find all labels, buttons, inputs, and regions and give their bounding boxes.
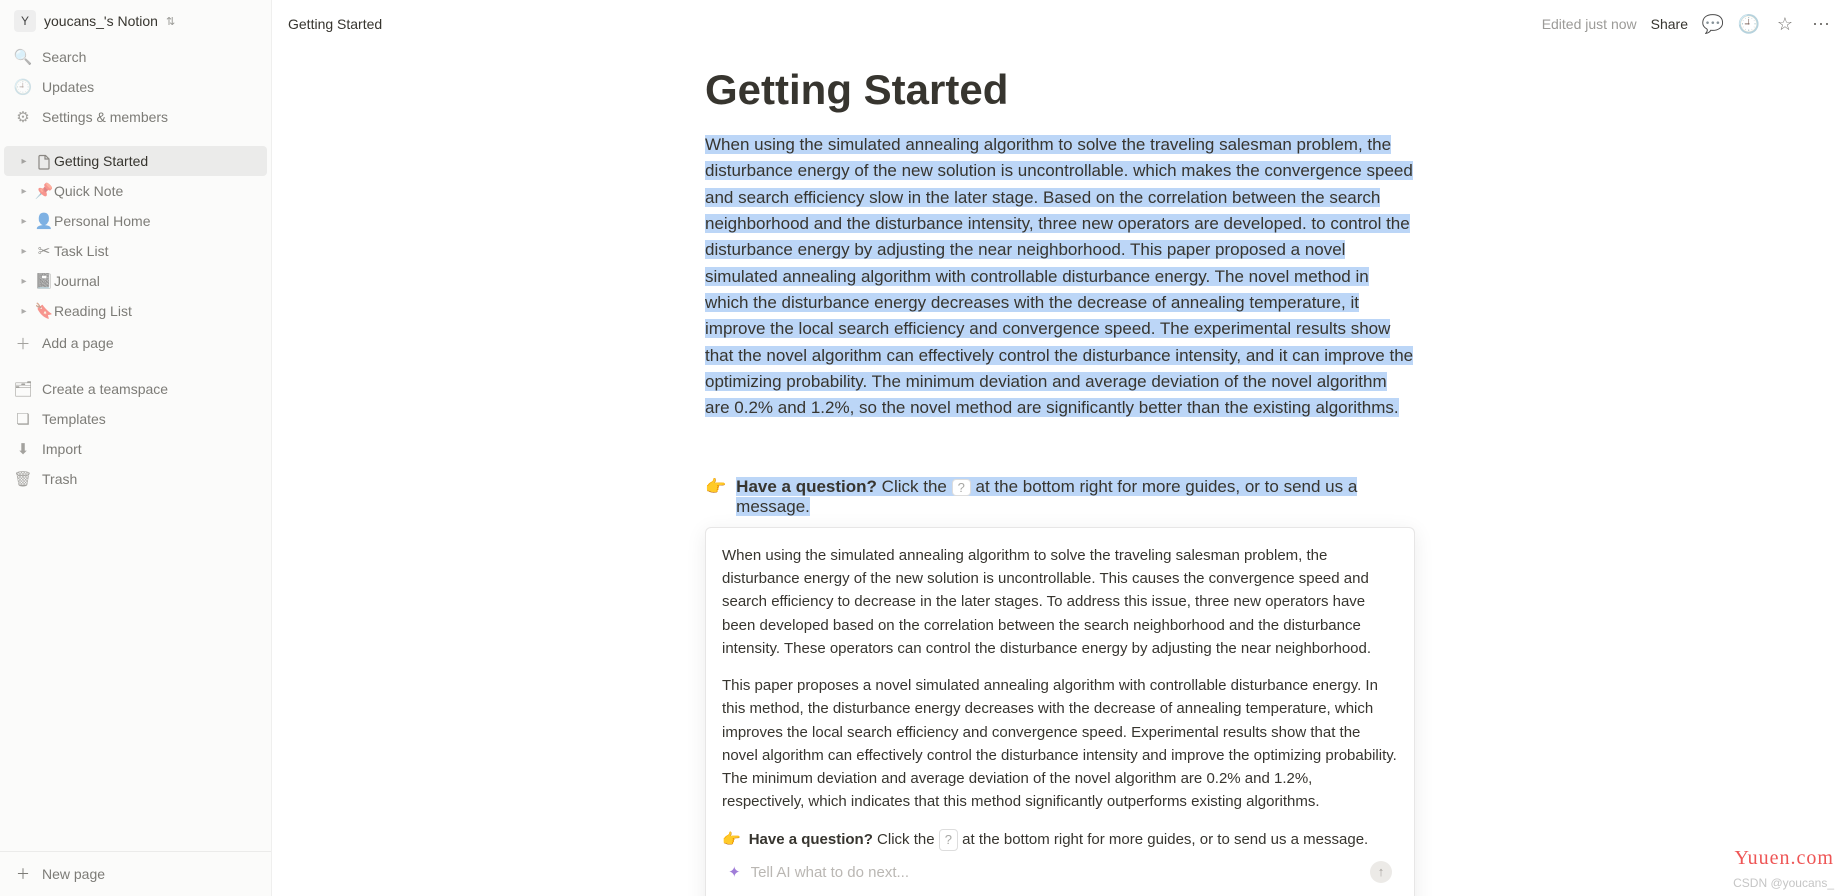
page-label: Journal bbox=[54, 273, 100, 289]
teamspace-icon: 🗂 bbox=[14, 380, 32, 398]
sidebar-page-personal-home[interactable]: ▸👤Personal Home bbox=[4, 206, 267, 236]
sidebar: Y youcans_'s Notion ⇅ 🔍 Search 🕘 Updates ⚙… bbox=[0, 0, 272, 896]
create-teamspace-button[interactable]: 🗂 Create a teamspace bbox=[0, 374, 271, 404]
import-label: Import bbox=[42, 441, 82, 457]
add-page-button[interactable]: ＋ Add a page bbox=[0, 328, 271, 358]
gear-icon: ⚙ bbox=[14, 108, 32, 126]
sidebar-page-getting-started[interactable]: ▸ Getting Started bbox=[4, 146, 267, 176]
pointing-hand-icon: 👉 bbox=[705, 477, 726, 517]
page-label: Personal Home bbox=[54, 213, 151, 229]
teamspace-label: Create a teamspace bbox=[42, 381, 168, 397]
chevron-right-icon[interactable]: ▸ bbox=[14, 156, 34, 167]
trash-icon: 🗑 bbox=[14, 470, 32, 488]
submit-up-icon[interactable]: ↑ bbox=[1370, 861, 1392, 883]
search-button[interactable]: 🔍 Search bbox=[0, 42, 271, 72]
trash-button[interactable]: 🗑 Trash bbox=[0, 464, 271, 494]
highlighted-text: When using the simulated annealing algor… bbox=[705, 135, 1413, 417]
favorite-icon[interactable]: ☆ bbox=[1774, 13, 1796, 35]
scissors-icon: ✂ bbox=[34, 242, 54, 260]
search-label: Search bbox=[42, 49, 86, 65]
trash-label: Trash bbox=[42, 471, 77, 487]
templates-icon: ❏ bbox=[14, 410, 32, 428]
page-label: Reading List bbox=[54, 303, 132, 319]
content: Getting Started When using the simulated… bbox=[272, 48, 1848, 896]
ai-followup-input[interactable] bbox=[751, 864, 1360, 881]
ai-paragraph-2[interactable]: This paper proposes a novel simulated an… bbox=[722, 674, 1398, 814]
document: Getting Started When using the simulated… bbox=[615, 48, 1505, 896]
chevron-right-icon[interactable]: ▸ bbox=[14, 216, 34, 227]
ai-input-row: ✦ ↑ bbox=[722, 851, 1398, 890]
settings-label: Settings & members bbox=[42, 109, 168, 125]
plus-icon: ＋ bbox=[14, 333, 32, 354]
person-icon: 👤 bbox=[34, 212, 54, 230]
sidebar-page-journal[interactable]: ▸📓Journal bbox=[4, 266, 267, 296]
workspace-avatar: Y bbox=[14, 10, 36, 32]
chevron-right-icon[interactable]: ▸ bbox=[14, 276, 34, 287]
comments-icon[interactable]: 💬 bbox=[1702, 13, 1724, 35]
share-button[interactable]: Share bbox=[1651, 16, 1688, 32]
new-page-label: New page bbox=[42, 866, 105, 882]
chevron-right-icon[interactable]: ▸ bbox=[14, 246, 34, 257]
sidebar-page-reading-list[interactable]: ▸🔖Reading List bbox=[4, 296, 267, 326]
import-button[interactable]: ⬇ Import bbox=[0, 434, 271, 464]
main: Getting Started Edited just now Share 💬 … bbox=[272, 0, 1848, 896]
pointing-hand-icon: 👉 bbox=[722, 828, 741, 851]
more-icon[interactable]: ⋯ bbox=[1810, 13, 1832, 35]
chevron-right-icon[interactable]: ▸ bbox=[14, 186, 34, 197]
page-label: Quick Note bbox=[54, 183, 123, 199]
workspace-switcher[interactable]: Y youcans_'s Notion ⇅ bbox=[0, 0, 271, 42]
page-title[interactable]: Getting Started bbox=[705, 66, 1415, 114]
pin-icon: 📌 bbox=[34, 182, 54, 200]
updates-label: Updates bbox=[42, 79, 94, 95]
doc-icon bbox=[34, 152, 54, 169]
sparkle-icon: ✦ bbox=[728, 861, 741, 884]
question-bold: Have a question? bbox=[736, 477, 877, 496]
page-label: Task List bbox=[54, 243, 108, 259]
book-icon: 📓 bbox=[34, 272, 54, 290]
workspace-name: youcans_'s Notion bbox=[44, 13, 158, 29]
ai-question-b: at the bottom right for more guides, or … bbox=[958, 831, 1368, 848]
page-tree: ▸Getting Started ▸📌Quick Note ▸👤Personal… bbox=[0, 146, 271, 358]
body-paragraph[interactable]: When using the simulated annealing algor… bbox=[705, 132, 1415, 422]
import-icon: ⬇ bbox=[14, 440, 32, 458]
updates-icon[interactable]: 🕘 bbox=[1738, 13, 1760, 35]
question-mark-badge: ? bbox=[939, 829, 958, 851]
watermark-brand: Yuuen.com bbox=[1734, 847, 1834, 870]
ai-question-a: Click the bbox=[873, 831, 939, 848]
question-callout[interactable]: 👉 Have a question? Click the ? at the bo… bbox=[705, 477, 1415, 517]
bookmark-icon: 🔖 bbox=[34, 302, 54, 320]
question-text-a: Click the bbox=[877, 477, 952, 496]
sidebar-page-quick-note[interactable]: ▸📌Quick Note bbox=[4, 176, 267, 206]
page-label: Getting Started bbox=[54, 153, 148, 169]
new-page-button[interactable]: ＋ New page bbox=[0, 852, 271, 896]
watermark-csdn: CSDN @youcans_ bbox=[1733, 876, 1834, 890]
topbar: Getting Started Edited just now Share 💬 … bbox=[272, 0, 1848, 48]
ai-question-row: 👉 Have a question? Click the ? at the bo… bbox=[722, 828, 1398, 851]
sidebar-page-task-list[interactable]: ▸✂Task List bbox=[4, 236, 267, 266]
breadcrumb[interactable]: Getting Started bbox=[288, 16, 382, 32]
updates-button[interactable]: 🕘 Updates bbox=[0, 72, 271, 102]
question-mark-badge: ? bbox=[952, 479, 971, 496]
templates-button[interactable]: ❏ Templates bbox=[0, 404, 271, 434]
plus-icon: ＋ bbox=[16, 864, 30, 884]
ai-question-bold: Have a question? bbox=[749, 831, 873, 848]
search-icon: 🔍 bbox=[14, 48, 32, 66]
add-page-label: Add a page bbox=[42, 335, 114, 351]
chevron-right-icon[interactable]: ▸ bbox=[14, 306, 34, 317]
templates-label: Templates bbox=[42, 411, 106, 427]
clock-icon: 🕘 bbox=[14, 78, 32, 96]
chevron-updown-icon: ⇅ bbox=[166, 15, 175, 28]
ai-response-panel: When using the simulated annealing algor… bbox=[705, 527, 1415, 896]
ai-paragraph-1[interactable]: When using the simulated annealing algor… bbox=[722, 544, 1398, 660]
settings-button[interactable]: ⚙ Settings & members bbox=[0, 102, 271, 132]
edited-status: Edited just now bbox=[1542, 16, 1637, 32]
